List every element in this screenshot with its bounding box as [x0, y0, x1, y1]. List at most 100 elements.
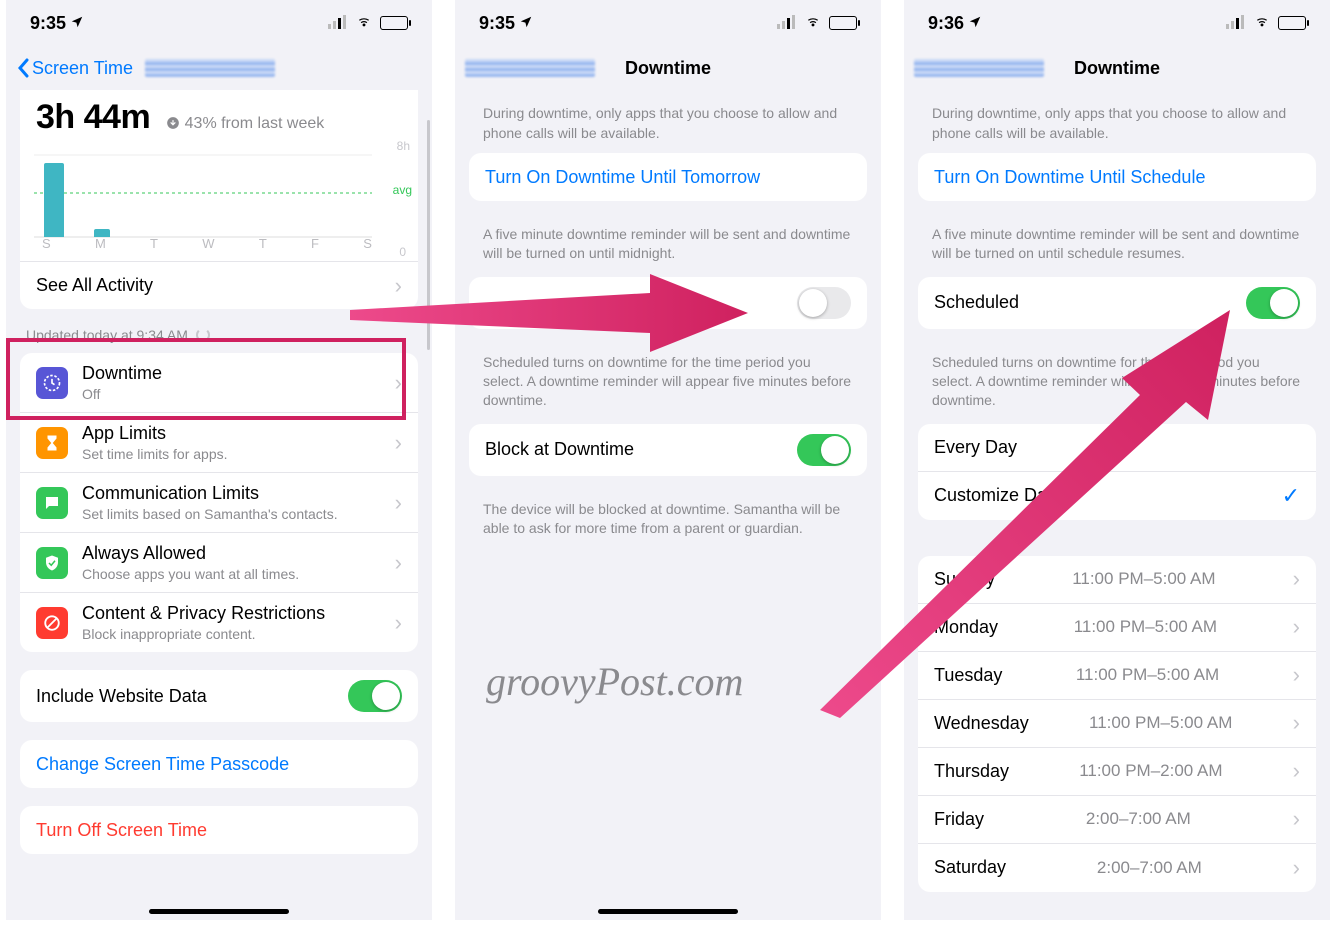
location-icon [519, 13, 533, 34]
status-bar: 9:35 [6, 0, 432, 46]
screenshot-3: 9:36 Downtime During downtime, only apps… [904, 0, 1330, 920]
chevron-right-icon: › [1293, 710, 1300, 736]
delta-from-last-week: 43% from last week [166, 115, 324, 133]
row-title: Scheduled [934, 292, 1019, 313]
bottom-note: Downtime will apply to Samantha's device… [904, 910, 1330, 920]
change-passcode-row[interactable]: Change Screen Time Passcode [20, 740, 418, 788]
watermark-text: groovyPost.com [486, 658, 743, 705]
include-website-toggle[interactable] [348, 680, 402, 712]
battery-icon [829, 16, 857, 30]
customize-days-row[interactable]: Customize Days ✓ [918, 472, 1316, 520]
app-limits-row[interactable]: App Limits Set time limits for apps. › [20, 413, 418, 473]
row-subtitle: Off [82, 386, 162, 402]
turn-on-downtime-row[interactable]: Turn On Downtime Until Tomorrow [469, 153, 867, 201]
redacted-title [145, 59, 275, 77]
row-title: Always Allowed [82, 543, 299, 564]
signal-icon [328, 15, 348, 32]
row-title: Turn Off Screen Time [36, 820, 207, 841]
intro-note: During downtime, only apps that you choo… [904, 90, 1330, 153]
every-day-row[interactable]: Every Day [918, 424, 1316, 472]
status-time: 9:36 [928, 13, 964, 34]
communication-limits-row[interactable]: Communication Limits Set limits based on… [20, 473, 418, 533]
back-label: Screen Time [32, 58, 133, 79]
day-row[interactable]: Monday11:00 PM–5:00 AM› [918, 604, 1316, 652]
turn-on-note: A five minute downtime reminder will be … [455, 219, 881, 263]
home-indicator [149, 909, 289, 914]
downtime-row[interactable]: Downtime Off › [20, 353, 418, 413]
chevron-right-icon: › [395, 273, 402, 299]
scheduled-note: Scheduled turns on downtime for the time… [904, 347, 1330, 410]
turn-off-screentime-row[interactable]: Turn Off Screen Time [20, 806, 418, 854]
row-subtitle: Set time limits for apps. [82, 446, 228, 462]
include-website-data-row[interactable]: Include Website Data [20, 670, 418, 722]
location-icon [968, 13, 982, 34]
day-row[interactable]: Tuesday11:00 PM–5:00 AM› [918, 652, 1316, 700]
turn-on-downtime-row[interactable]: Turn On Downtime Until Schedule [918, 153, 1316, 201]
chevron-right-icon: › [395, 550, 402, 576]
wifi-icon [1252, 15, 1272, 32]
day-row[interactable]: Thursday11:00 PM–2:00 AM› [918, 748, 1316, 796]
axis-day: S [42, 236, 51, 251]
y-max-label: 8h [397, 139, 410, 153]
days-group: Sunday11:00 PM–5:00 AM› Monday11:00 PM–5… [918, 556, 1316, 892]
always-allowed-row[interactable]: Always Allowed Choose apps you want at a… [20, 533, 418, 593]
shield-check-icon [36, 547, 68, 579]
axis-day: M [95, 236, 106, 251]
axis-day: W [202, 236, 214, 251]
nav-bar: Downtime [904, 46, 1330, 90]
see-all-activity-row[interactable]: See All Activity › [20, 261, 418, 309]
chevron-right-icon: › [1293, 806, 1300, 832]
content-restrictions-row[interactable]: Content & Privacy Restrictions Block ina… [20, 593, 418, 652]
scheduled-row[interactable]: Scheduled [469, 277, 867, 329]
turn-on-note: A five minute downtime reminder will be … [904, 219, 1330, 263]
axis-day: T [259, 236, 267, 251]
total-time: 3h 44m [36, 98, 150, 137]
day-row[interactable]: Saturday2:00–7:00 AM› [918, 844, 1316, 892]
usage-summary-card: 3h 44m 43% from last week 8h 0 avg S M T… [20, 90, 418, 309]
row-title: Block at Downtime [485, 439, 634, 460]
signal-icon [777, 15, 797, 32]
block-note: The device will be blocked at downtime. … [455, 494, 881, 538]
home-indicator [598, 909, 738, 914]
y-zero-label: 0 [399, 245, 406, 259]
redacted-back [465, 59, 595, 77]
status-time: 9:35 [30, 13, 66, 34]
status-bar: 9:36 [904, 0, 1330, 46]
day-row[interactable]: Wednesday11:00 PM–5:00 AM› [918, 700, 1316, 748]
back-button[interactable]: Screen Time [16, 58, 133, 79]
chevron-right-icon: › [1293, 614, 1300, 640]
row-title: Every Day [934, 437, 1017, 458]
row-title: Content & Privacy Restrictions [82, 603, 325, 624]
nav-bar: Downtime [455, 46, 881, 90]
row-subtitle: Choose apps you want at all times. [82, 566, 299, 582]
scheduled-row[interactable]: Scheduled [918, 277, 1316, 329]
axis-day: F [311, 236, 319, 251]
chevron-right-icon: › [395, 370, 402, 396]
block-at-downtime-row[interactable]: Block at Downtime [469, 424, 867, 476]
scheduled-toggle[interactable] [797, 287, 851, 319]
status-time: 9:35 [479, 13, 515, 34]
row-title: Turn On Downtime Until Tomorrow [485, 167, 760, 188]
schedule-mode-group: Every Day Customize Days ✓ [918, 424, 1316, 520]
intro-note: During downtime, only apps that you choo… [455, 90, 881, 153]
loading-spinner-icon [196, 328, 210, 342]
wifi-icon [803, 15, 823, 32]
day-row[interactable]: Sunday11:00 PM–5:00 AM› [918, 556, 1316, 604]
chevron-right-icon: › [395, 610, 402, 636]
no-entry-icon [36, 607, 68, 639]
battery-icon [380, 16, 408, 30]
day-row[interactable]: Friday2:00–7:00 AM› [918, 796, 1316, 844]
row-title: Downtime [82, 363, 162, 384]
bar-sunday [44, 163, 64, 237]
block-toggle[interactable] [797, 434, 851, 466]
axis-day: T [150, 236, 158, 251]
chat-icon [36, 487, 68, 519]
include-website-group: Include Website Data [20, 670, 418, 722]
scheduled-toggle[interactable] [1246, 287, 1300, 319]
location-icon [70, 13, 84, 34]
change-passcode-group: Change Screen Time Passcode [20, 740, 418, 788]
battery-icon [1278, 16, 1306, 30]
checkmark-icon: ✓ [1282, 483, 1300, 509]
scheduled-note: Scheduled turns on downtime for the time… [455, 347, 881, 410]
see-all-label: See All Activity [36, 275, 153, 296]
